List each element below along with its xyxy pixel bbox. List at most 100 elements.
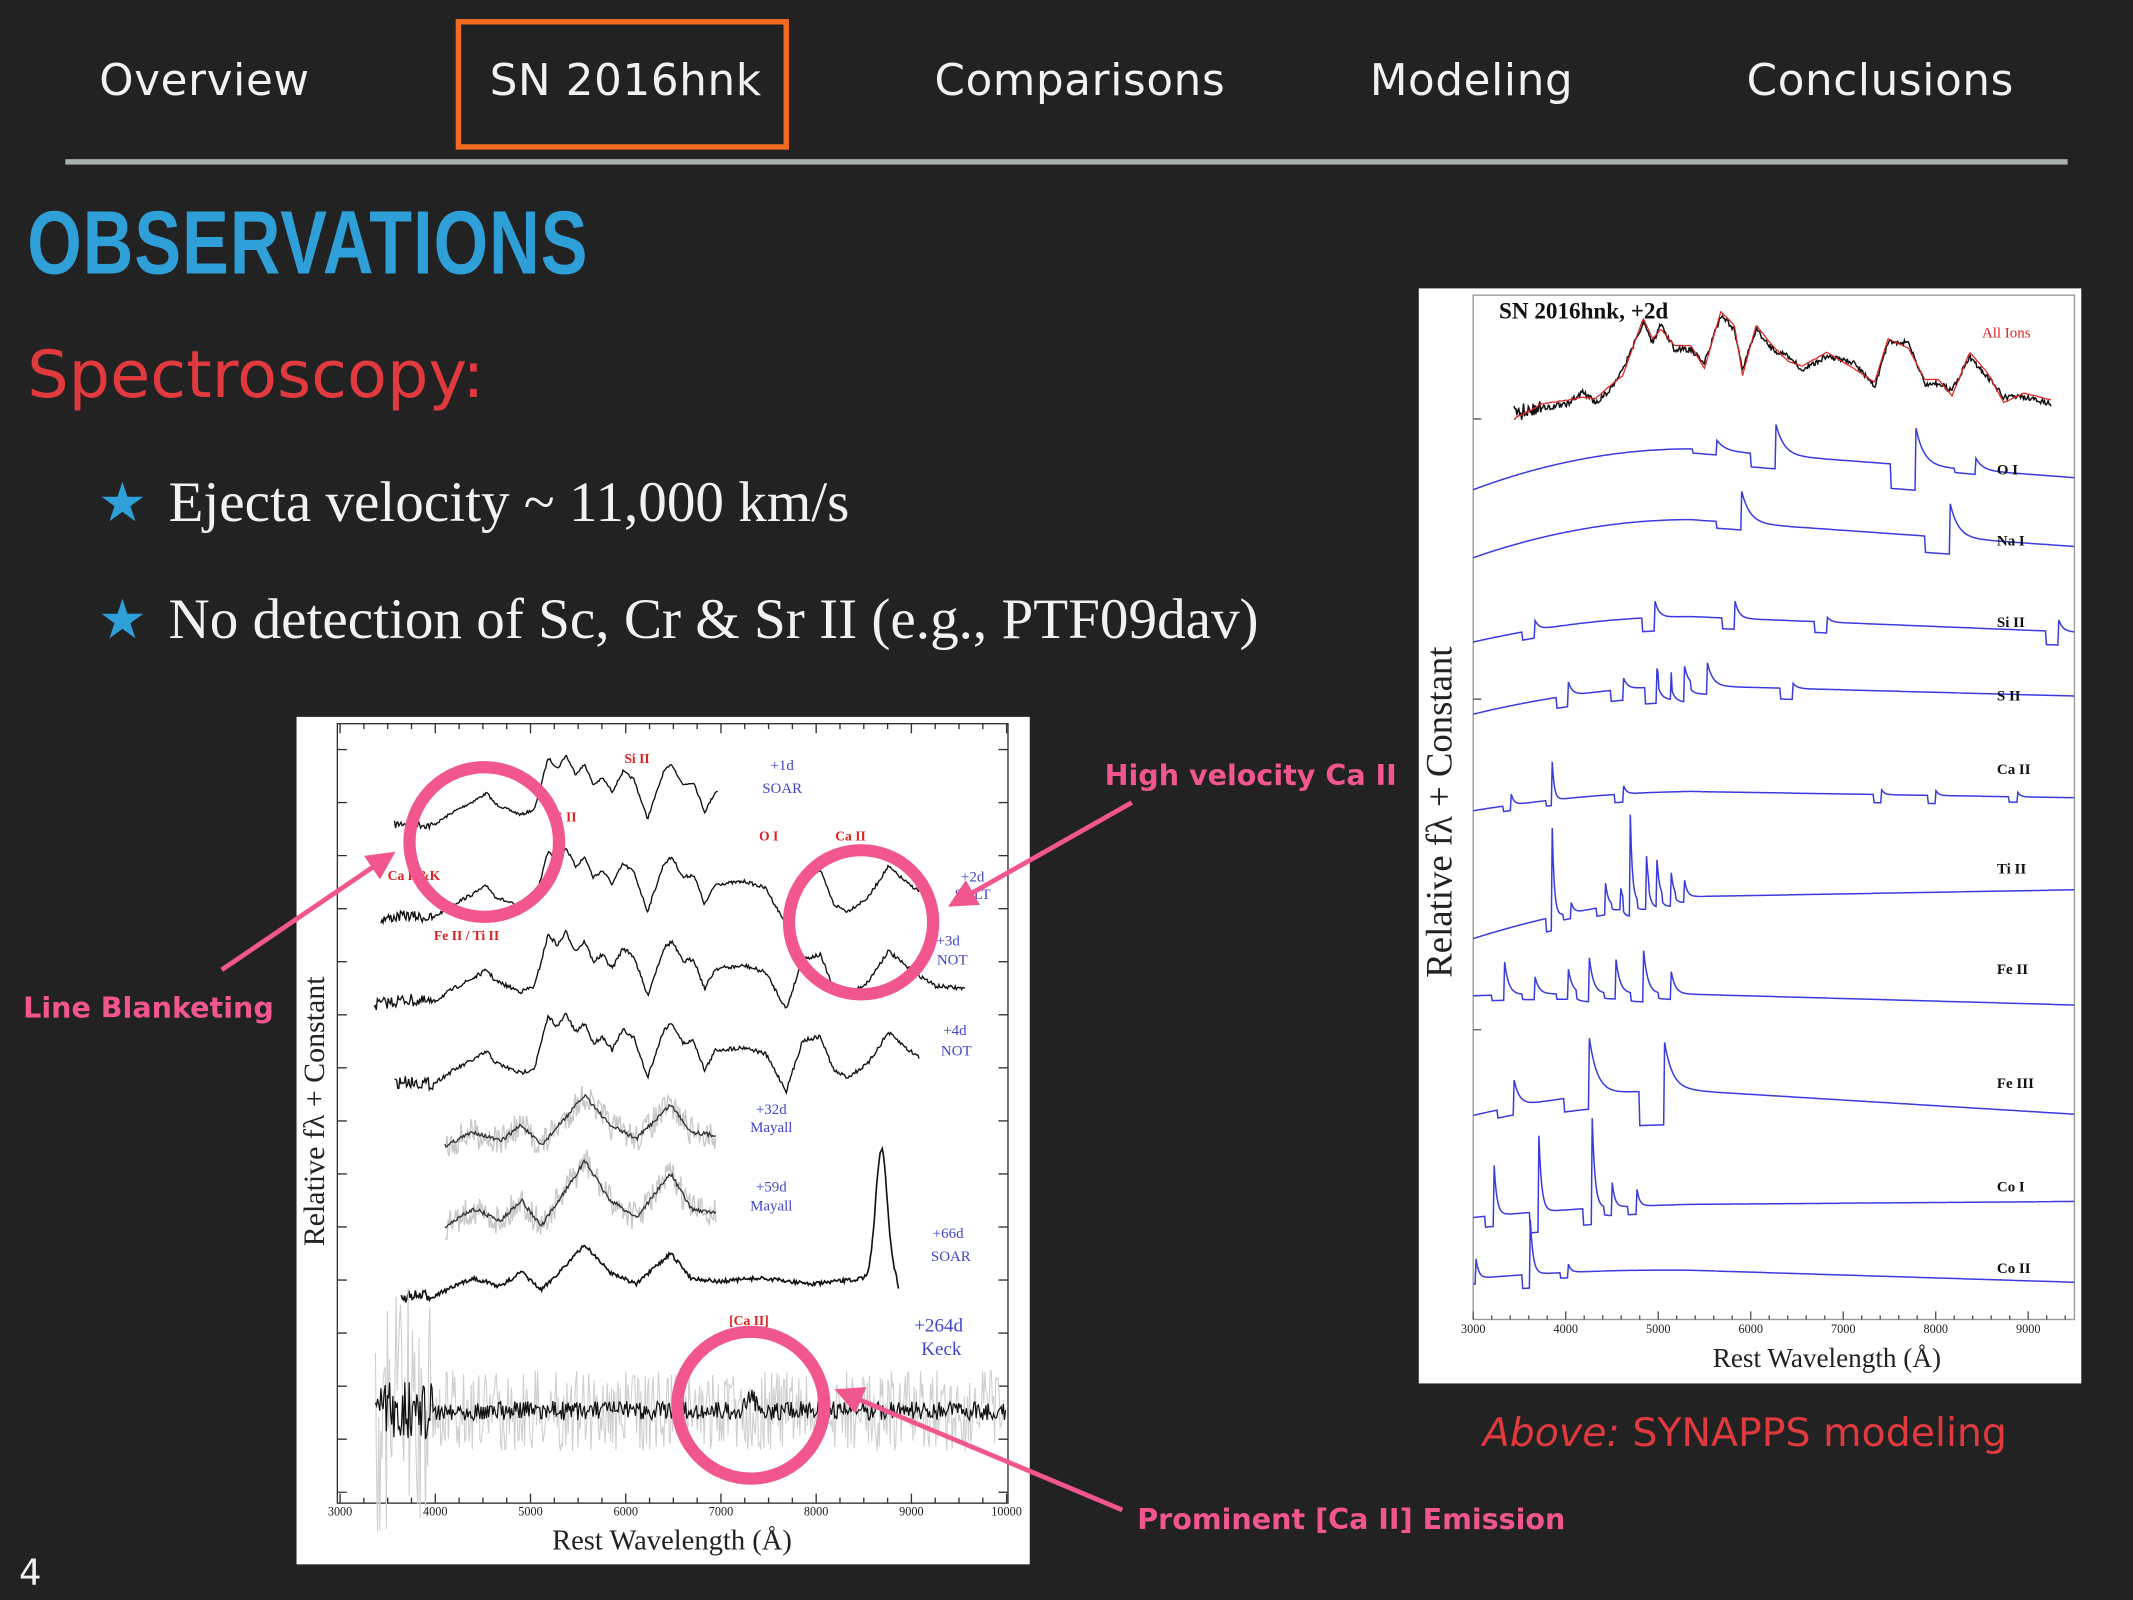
model-fe-ii (1473, 950, 2075, 1006)
bullet-item: ★ Ejecta velocity ~ 11,000 km/s (98, 471, 849, 536)
epoch-phase: +264d (914, 1316, 963, 1337)
model-na-i (1472, 491, 2075, 559)
x-tick-label: 9000 (2016, 1322, 2040, 1336)
epoch-phase: +4d (943, 1023, 967, 1039)
legend-all-ions: All Ions (1982, 325, 2031, 341)
bullet-item: ★ No detection of Sc, Cr & Sr II (e.g., P… (98, 588, 1259, 653)
model-co-i (1473, 1118, 2075, 1234)
line-label-s-ii: S II (555, 810, 577, 825)
star-icon: ★ (97, 589, 147, 651)
epoch-phase: +66d (933, 1226, 964, 1242)
slide: Overview SN 2016hnk Comparisons Modeling… (0, 0, 2133, 1600)
caption-text: SYNAPPS modeling (1619, 1409, 2007, 1456)
spectrum-plus-4d (394, 1012, 920, 1096)
synapps-plot: SN 2016hnk, +2d All Ions O I Na I Si II S I… (1418, 294, 2076, 1373)
x-tick-label: 6000 (614, 1504, 638, 1518)
line-label-ca-hk: Ca H&K (388, 868, 441, 883)
spectra-time-series-figure: Si II S II O I Ca II Ca H&K Fe II / Ti I… (296, 716, 1030, 1565)
ion-label: Fe II (1997, 962, 2028, 978)
spectrum-plus-2d (380, 847, 936, 926)
figure-caption: Above: SYNAPPS modeling (1483, 1409, 2007, 1455)
model-spectra (1472, 310, 2075, 1290)
ion-label: Ca II (1997, 762, 2031, 778)
epoch-telescope: Mayall (750, 1199, 792, 1215)
annotation-ca-ii-emission: Prominent [Ca II] Emission (1137, 1503, 1566, 1536)
line-label-ca-ii: Ca II (835, 829, 866, 844)
epoch-phase: +3d (936, 933, 960, 949)
spectrum-plus-66d (400, 1145, 900, 1303)
x-tick-label: 3000 (1461, 1322, 1485, 1336)
annotation-high-velocity-ca-ii: High velocity Ca II (1104, 759, 1397, 792)
ion-label: Co I (1997, 1180, 2025, 1196)
x-tick-label: 5000 (1646, 1322, 1670, 1336)
x-tick-label: 8000 (804, 1504, 828, 1518)
ion-label: Na I (1997, 533, 2025, 549)
model-fe-iii (1472, 1038, 2075, 1127)
observed-spectrum (1513, 314, 2052, 420)
annotation-line-blanketing: Line Blanketing (23, 991, 274, 1025)
epoch-phase: +59d (756, 1180, 787, 1196)
line-label-forbidden-ca-ii: [Ca II] (729, 1313, 769, 1328)
model-ti-ii (1472, 814, 2075, 940)
y-axis-label: Relative fλ + Constant (298, 976, 331, 1246)
ion-label: Co II (1997, 1261, 2031, 1277)
nav-tab-modeling[interactable]: Modeling (1370, 54, 1573, 106)
model-co-ii (1473, 1219, 2075, 1290)
epoch-phase: +32d (756, 1102, 787, 1118)
model-ca-ii (1473, 761, 2075, 813)
x-axis-label: Rest Wavelength (Å) (552, 1525, 792, 1556)
model-o-i (1472, 424, 2075, 492)
x-tick-label: 4000 (423, 1504, 447, 1518)
model-s-ii (1472, 662, 2075, 715)
x-tick-label: 10000 (991, 1504, 1022, 1518)
spectrum-plus-59d (444, 1158, 717, 1229)
ion-label: Ti II (1997, 861, 2026, 877)
y-axis-label: Relative fλ + Constant (1419, 647, 1460, 978)
nav-tab-conclusions[interactable]: Conclusions (1747, 54, 2014, 106)
x-tick-label: 7000 (709, 1504, 733, 1518)
x-axis-label: Rest Wavelength (Å) (1713, 1343, 1941, 1373)
line-id-labels: Si II S II O I Ca II Ca H&K Fe II / Ti I… (388, 751, 866, 1328)
ion-label: S II (1997, 689, 2021, 705)
x-tick-label: 9000 (899, 1504, 923, 1518)
epoch-telescope: SOAR (931, 1249, 971, 1265)
bullet-text: Ejecta velocity ~ 11,000 km/s (168, 472, 850, 535)
nav-tab-overview[interactable]: Overview (99, 54, 309, 106)
epoch-telescope: SALT (955, 887, 991, 903)
ion-label: O I (1997, 463, 2018, 479)
x-tick-label: 5000 (518, 1504, 542, 1518)
caption-prefix: Above: (1482, 1409, 1620, 1456)
plot-frame (1472, 294, 2076, 1321)
nav-tab-sn-2016hnk[interactable]: SN 2016hnk (490, 54, 762, 106)
nav-divider (65, 159, 2068, 165)
line-label-si-ii: Si II (624, 751, 649, 766)
x-tick-label: 7000 (1831, 1322, 1855, 1336)
ion-label: Si II (1997, 615, 2025, 631)
section-subtitle: Spectroscopy: (27, 337, 485, 414)
nav-tab-comparisons[interactable]: Comparisons (935, 54, 1226, 106)
epoch-telescope: NOT (941, 1044, 972, 1060)
x-tick-labels: 3000 4000 5000 6000 7000 8000 9000 (1461, 1322, 2040, 1336)
ion-label: Fe III (1997, 1076, 2034, 1092)
bullet-text: No detection of Sc, Cr & Sr II (e.g., PT… (168, 589, 1259, 652)
epoch-phase: +2d (961, 869, 985, 885)
epoch-phase: +1d (770, 758, 794, 774)
x-tick-label: 8000 (1923, 1322, 1947, 1336)
spectra-plot: Si II S II O I Ca II Ca H&K Fe II / Ti I… (298, 722, 1022, 1556)
x-tick-label: 6000 (1738, 1322, 1762, 1336)
model-si-ii (1472, 600, 2075, 646)
star-icon: ★ (97, 472, 147, 534)
line-label-fe-ii-ti-ii: Fe II / Ti II (434, 928, 499, 943)
x-tick-label: 4000 (1553, 1322, 1577, 1336)
line-label-o-i: O I (759, 829, 778, 844)
synapps-model-figure: SN 2016hnk, +2d All Ions O I Na I Si II S I… (1418, 288, 2082, 1384)
spectrum-plus-59d-raw (444, 1149, 717, 1240)
page-title: OBSERVATIONS (27, 191, 589, 293)
epoch-telescope: Mayall (750, 1120, 792, 1136)
spectrum-plus-32d-raw (444, 1085, 717, 1157)
ion-labels: O I Na I Si II S II Ca II Ti II Fe II Fe III Co … (1997, 463, 2034, 1277)
axis-ticks (1472, 418, 2066, 1320)
page-number: 4 (19, 1553, 42, 1595)
spectra (373, 754, 1007, 1533)
epoch-telescope: Keck (921, 1339, 962, 1360)
